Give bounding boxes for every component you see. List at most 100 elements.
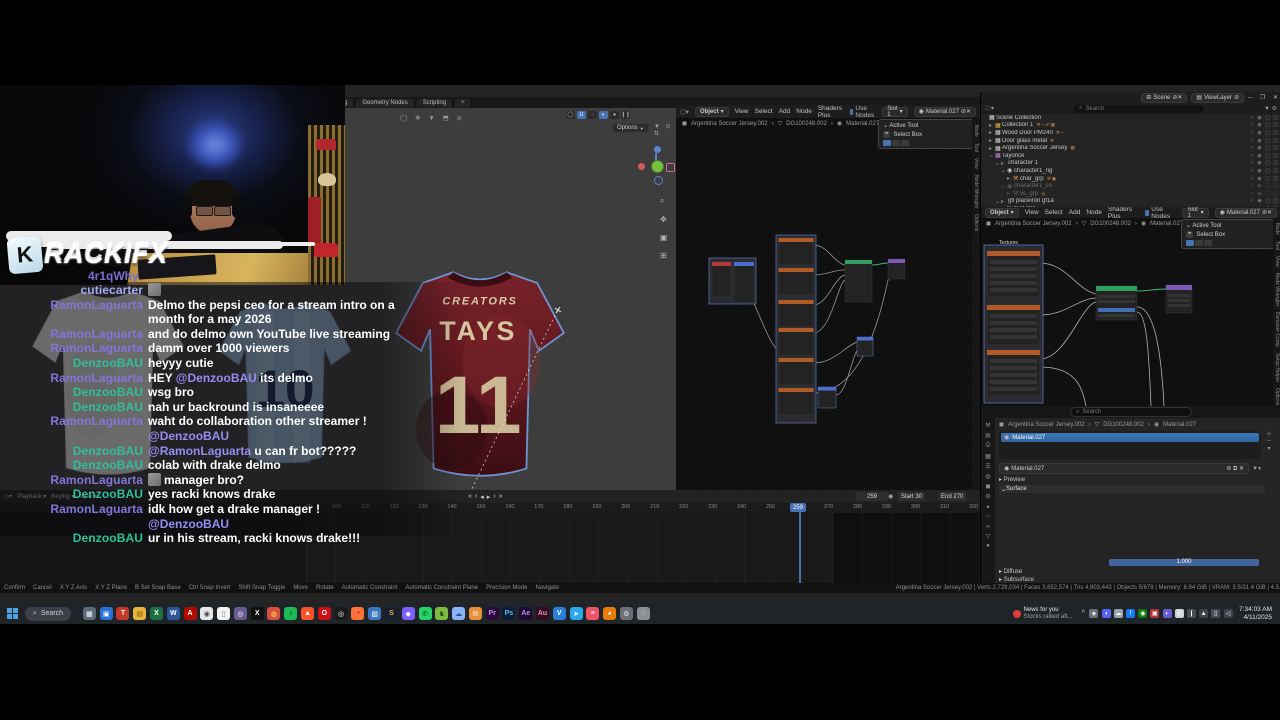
properties-tab-icon[interactable]: ⚙ (985, 493, 990, 500)
properties-tab-icon[interactable]: ▦ (985, 453, 991, 460)
taskbar-app-icon[interactable]: ➤ (569, 607, 583, 620)
outliner-row[interactable]: ▸ ▦ Argentina Soccer Jersey ▩ ✓ ◉ ▢ ◫ (981, 144, 1280, 152)
tray-app-icon[interactable]: f (1126, 609, 1136, 618)
chat-mention[interactable]: @DenzooBAU (148, 429, 229, 443)
playback-button[interactable]: ‹ (475, 493, 477, 501)
taskbar-app-icon[interactable]: O (317, 607, 331, 620)
chat-mention[interactable]: @DenzooBAU (148, 517, 229, 531)
taskbar-app-icon[interactable]: X (250, 607, 264, 620)
taskbar-app-icon[interactable]: ◍ (267, 607, 281, 620)
outliner-row[interactable]: ▸ ⚒ char_grp ⚒▣ ✓ ◉ ▢ ◫ (981, 175, 1280, 183)
taskbar-app-icon[interactable]: Ps (502, 607, 516, 620)
outliner-row[interactable]: ⌄ ▹ gfi placeiron gf1a ✓ ◉ ▢ ◫ (981, 198, 1280, 206)
workspace-tab[interactable]: + (455, 98, 472, 107)
viewport-options-button[interactable]: Options ▼ (612, 123, 649, 133)
window-controls[interactable]: ─ ❐ ✕ (1248, 94, 1280, 101)
material-filter-icon[interactable]: ▼▾ (1252, 465, 1261, 472)
tray-app-icon[interactable]: ◁ (1223, 609, 1233, 618)
outliner-search[interactable]: ⌕ Search (1074, 104, 1205, 113)
chat-username[interactable]: DenzooBAU (0, 400, 148, 415)
node-search-field[interactable]: ⌕ Search (1070, 407, 1192, 417)
taskbar-app-icon[interactable]: ☁ (452, 607, 466, 620)
outliner-row[interactable]: ⌄ ◉ character1_co ✓ ◉ ▢ ◫ (981, 182, 1280, 190)
panel-preview[interactable]: ▸ Preview (999, 476, 1025, 483)
timeline-range-after-end[interactable] (833, 513, 980, 583)
side-tab[interactable]: Tool (973, 143, 979, 152)
material-browse-field[interactable]: ◉ Material.027 ⊘ ⧉ ✕ (999, 463, 1250, 474)
properties-tab-icon[interactable]: ⚒ (985, 422, 990, 429)
taskbar-app-icon[interactable]: ▯ (217, 607, 231, 620)
side-tab[interactable]: Setup Helper (1274, 353, 1280, 382)
outliner-row[interactable]: ▦ Scene Collection ✓ ◉ ▢ ◫ (981, 114, 1280, 122)
visibility-icons[interactable]: ✓ ◉ ▢ ◫ (1250, 153, 1280, 159)
side-tab[interactable]: View (1274, 256, 1280, 267)
tray-app-icon[interactable]: ☁ (1113, 609, 1123, 618)
tray-app-icon[interactable]: ◖ (1101, 609, 1111, 618)
taskbar-app-icon[interactable]: ✆ (418, 607, 432, 620)
visibility-icons[interactable]: ✓ ◉ ▢ ◫ (1250, 122, 1280, 128)
scene-selector[interactable]: ⊞ Scene ⊘✕ (1141, 92, 1188, 103)
material-shading-icon[interactable]: ◐ (599, 111, 608, 119)
playback-button[interactable]: › (493, 493, 495, 501)
side-tab[interactable]: Node (1274, 223, 1280, 235)
tray-app-icon[interactable]: ◐ (1162, 609, 1172, 618)
properties-tab-icon[interactable]: ◠ (985, 514, 990, 521)
taskbar-app-icon[interactable]: W (166, 607, 180, 620)
taskbar-app-icon[interactable]: ▦ (82, 607, 96, 620)
properties-tab-icon[interactable]: ▽ (986, 533, 991, 540)
tray-app-icon[interactable]: ▣ (1150, 609, 1160, 618)
side-tab[interactable]: Node (973, 125, 979, 137)
properties-tab-icon[interactable]: ● (986, 543, 990, 549)
playback-button[interactable]: ◂ (480, 493, 484, 501)
taskbar-app-icon[interactable]: ◆ (401, 607, 415, 620)
playhead-frame-label[interactable]: 259 (790, 503, 807, 512)
tray-app-icon[interactable]: ▲ (1199, 609, 1209, 618)
properties-tab-icon[interactable]: ◼ (986, 483, 991, 490)
tray-app-icon[interactable]: ◎ (1174, 609, 1184, 618)
chat-username[interactable]: RamonLaguarta (0, 502, 148, 517)
chat-username[interactable]: DenzooBAU (0, 356, 148, 371)
side-tab[interactable]: Node Wrangler (1274, 273, 1280, 307)
visibility-icons[interactable]: ✓ ◉ ▢ ◫ (1250, 115, 1280, 121)
material-slot-item[interactable]: ◉ Material.027 (1001, 433, 1259, 442)
workspace-tab[interactable]: Scripting (416, 98, 454, 107)
properties-tab-icon[interactable]: ▤ (985, 432, 991, 439)
node-graph-main[interactable] (676, 105, 980, 490)
taskbar-clock[interactable]: 7:34:03 AM 4/11/2025 (1239, 606, 1272, 621)
taskbar-app-icon[interactable]: ▤ (133, 607, 147, 620)
side-tab[interactable]: Options (1274, 388, 1280, 405)
chat-username[interactable]: RamonLaguarta (0, 371, 148, 386)
taskbar-app-icon[interactable]: A (183, 607, 197, 620)
taskbar-app-icon[interactable]: Au (535, 607, 549, 620)
taskbar-app-icon[interactable]: X (150, 607, 164, 620)
taskbar-app-icon[interactable]: Ae (519, 607, 533, 620)
tool-toggle-1[interactable] (883, 140, 891, 146)
autokey-icon[interactable]: ◉ (888, 493, 893, 500)
viewport-side-tools[interactable]: ⌕ ✥ ▣ ⊞ (660, 196, 668, 260)
taskbar-app-icon[interactable]: ♞ (435, 607, 449, 620)
visibility-icons[interactable]: ✓ ◉ ▢ ◫ (1250, 176, 1280, 182)
proportional-edit-icon[interactable]: ◯ (566, 111, 575, 119)
outliner-row[interactable]: ▸ ▦ Collection 1 ⚒⌁☍▦ ✓ ◉ ▢ ◫ (981, 122, 1280, 130)
chat-username[interactable]: DenzooBAU (0, 444, 148, 459)
visibility-icons[interactable]: ✓ ◉ ▢ ◫ (1250, 191, 1280, 197)
chat-username[interactable]: DenzooBAU (0, 487, 148, 502)
chat-username[interactable]: RamonLaguarta (0, 298, 148, 313)
playhead[interactable] (799, 503, 801, 583)
chat-username[interactable]: RamonLaguarta (0, 327, 148, 342)
overlays-icons[interactable]: ▼ ⊙ ⇅ (654, 123, 676, 137)
taskbar-app-icon[interactable]: ◎ (233, 607, 247, 620)
playback-button[interactable]: ▸ (487, 493, 491, 501)
playback-button[interactable]: » (499, 493, 503, 501)
properties-tab-icon[interactable]: ⎙ (986, 442, 991, 449)
taskbar-app-icon[interactable]: ⚙ (619, 607, 633, 620)
tray-caret[interactable]: ^ (1082, 610, 1085, 617)
taskbar-app-icon[interactable]: ◌ (636, 607, 650, 620)
outliner-row[interactable]: ⌄ ▹ character 1 ✓ ◉ ▢ ◫ (981, 160, 1280, 168)
taskbar-app-icon[interactable]: T (116, 607, 130, 620)
current-frame-field[interactable]: 259 (856, 492, 888, 501)
chat-username[interactable]: DenzooBAU (0, 531, 148, 546)
viewlayer-selector[interactable]: ▤ ViewLayer ⊘ (1191, 92, 1244, 103)
taskbar-app-icon[interactable]: ♪ (284, 607, 298, 620)
outliner-row[interactable]: ⌄ ▦ Tayonce ✓ ◉ ▢ ◫ (981, 152, 1280, 160)
